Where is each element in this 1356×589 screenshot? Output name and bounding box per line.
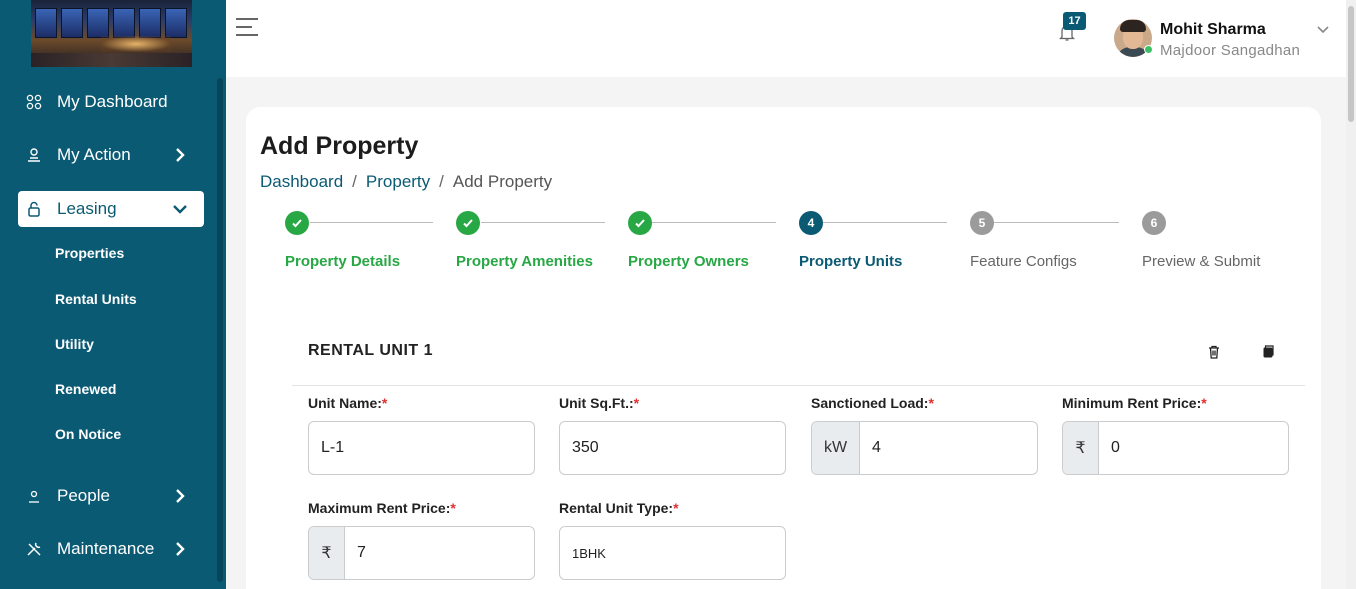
sidebar: My Dashboard My Action Leasing Propertie… xyxy=(0,0,226,589)
max-rent-label: Maximum Rent Price:* xyxy=(308,500,456,516)
rental-unit-title: RENTAL UNIT 1 xyxy=(308,342,434,359)
sidebar-item-leasing[interactable]: Leasing xyxy=(18,191,204,227)
sanctioned-load-label: Sanctioned Load:* xyxy=(811,395,934,411)
user-organization: Majdoor Sangadhan xyxy=(1160,42,1301,59)
chevron-right-icon xyxy=(176,542,185,556)
max-rent-input[interactable]: ₹ 7 xyxy=(308,526,535,580)
step-connector xyxy=(481,222,605,223)
people-icon xyxy=(25,487,43,505)
divider xyxy=(292,385,1305,386)
sidebar-item-my-dashboard[interactable]: My Dashboard xyxy=(18,84,204,120)
step-4-number[interactable]: 4 xyxy=(799,211,823,235)
breadcrumb-separator: / xyxy=(352,172,357,191)
step-label-feature-configs[interactable]: Feature Configs xyxy=(970,253,1077,270)
kw-addon: kW xyxy=(812,422,860,474)
chevron-right-icon xyxy=(176,148,185,162)
step-label-property-owners[interactable]: Property Owners xyxy=(628,253,749,270)
lock-icon xyxy=(25,200,43,218)
notification-badge: 17 xyxy=(1063,12,1086,30)
chevron-right-icon xyxy=(176,489,185,503)
sidebar-subitem-utility[interactable]: Utility xyxy=(55,336,94,352)
sidebar-item-label: My Action xyxy=(57,145,131,164)
online-status-dot xyxy=(1144,45,1153,54)
unit-name-label: Unit Name:* xyxy=(308,395,388,411)
step-connector xyxy=(994,222,1119,223)
trash-icon[interactable] xyxy=(1207,344,1221,360)
copy-icon[interactable] xyxy=(1261,344,1275,360)
unit-type-select[interactable]: 1BHK xyxy=(559,526,786,580)
min-rent-value: 0 xyxy=(1111,439,1120,456)
breadcrumb-separator: / xyxy=(439,172,444,191)
step-2-check-icon[interactable] xyxy=(456,211,480,235)
dashboard-icon xyxy=(25,93,43,111)
brand-logo-image xyxy=(31,0,192,67)
chevron-down-icon[interactable] xyxy=(1315,22,1331,38)
unit-type-label: Rental Unit Type:* xyxy=(559,500,679,516)
sidebar-item-maintenance[interactable]: Maintenance xyxy=(18,531,204,567)
sidebar-item-label: My Dashboard xyxy=(57,92,168,111)
max-rent-value: 7 xyxy=(357,544,366,561)
sidebar-subitem-on-notice[interactable]: On Notice xyxy=(55,426,121,442)
sidebar-item-label: Leasing xyxy=(57,199,117,218)
rupee-addon: ₹ xyxy=(309,527,345,579)
unit-sqft-label: Unit Sq.Ft.:* xyxy=(559,395,640,411)
unit-name-value: L-1 xyxy=(321,439,345,456)
min-rent-label: Minimum Rent Price:* xyxy=(1062,395,1207,411)
step-3-check-icon[interactable] xyxy=(628,211,652,235)
step-5-number[interactable]: 5 xyxy=(970,211,994,235)
main-scrollbar[interactable] xyxy=(1346,0,1356,589)
tools-icon xyxy=(25,540,43,558)
unit-name-input[interactable]: L-1 xyxy=(308,421,535,475)
page-title: Add Property xyxy=(260,132,419,160)
step-connector xyxy=(823,222,947,223)
sanctioned-load-input[interactable]: kW 4 xyxy=(811,421,1038,475)
sidebar-item-label: People xyxy=(57,486,110,505)
step-1-check-icon[interactable] xyxy=(285,211,309,235)
breadcrumb-property-link[interactable]: Property xyxy=(366,172,430,192)
unit-type-value: 1BHK xyxy=(572,545,606,561)
sanctioned-load-value: 4 xyxy=(872,439,881,456)
breadcrumb-dashboard-link[interactable]: Dashboard xyxy=(260,172,343,192)
user-name[interactable]: Mohit Sharma xyxy=(1160,21,1266,39)
sidebar-subitem-properties[interactable]: Properties xyxy=(55,245,124,261)
step-6-number[interactable]: 6 xyxy=(1142,211,1166,235)
step-connector xyxy=(310,222,433,223)
min-rent-input[interactable]: ₹ 0 xyxy=(1062,421,1289,475)
step-connector xyxy=(652,222,776,223)
user-action-icon xyxy=(25,146,43,164)
unit-sqft-input[interactable]: 350 xyxy=(559,421,786,475)
sidebar-subitem-renewed[interactable]: Renewed xyxy=(55,381,116,397)
sidebar-item-people[interactable]: People xyxy=(18,478,204,514)
breadcrumb-current: Add Property xyxy=(452,172,553,191)
chevron-down-icon xyxy=(173,205,187,214)
step-label-property-amenities[interactable]: Property Amenities xyxy=(456,253,593,270)
sidebar-item-label: Maintenance xyxy=(57,539,155,558)
step-label-preview-submit[interactable]: Preview & Submit xyxy=(1142,253,1260,270)
unit-sqft-value: 350 xyxy=(572,439,599,456)
menu-toggle-icon[interactable] xyxy=(236,18,258,38)
sidebar-subitem-rental-units[interactable]: Rental Units xyxy=(55,291,137,307)
step-label-property-units[interactable]: Property Units xyxy=(799,253,902,270)
sidebar-scrollbar[interactable] xyxy=(217,78,223,582)
step-label-property-details[interactable]: Property Details xyxy=(285,253,400,270)
breadcrumb: Dashboard / Property / Add Property xyxy=(260,172,552,192)
top-header: 17 Mohit Sharma Majdoor Sangadhan xyxy=(226,0,1356,77)
rupee-addon: ₹ xyxy=(1063,422,1099,474)
sidebar-item-my-action[interactable]: My Action xyxy=(18,137,204,173)
